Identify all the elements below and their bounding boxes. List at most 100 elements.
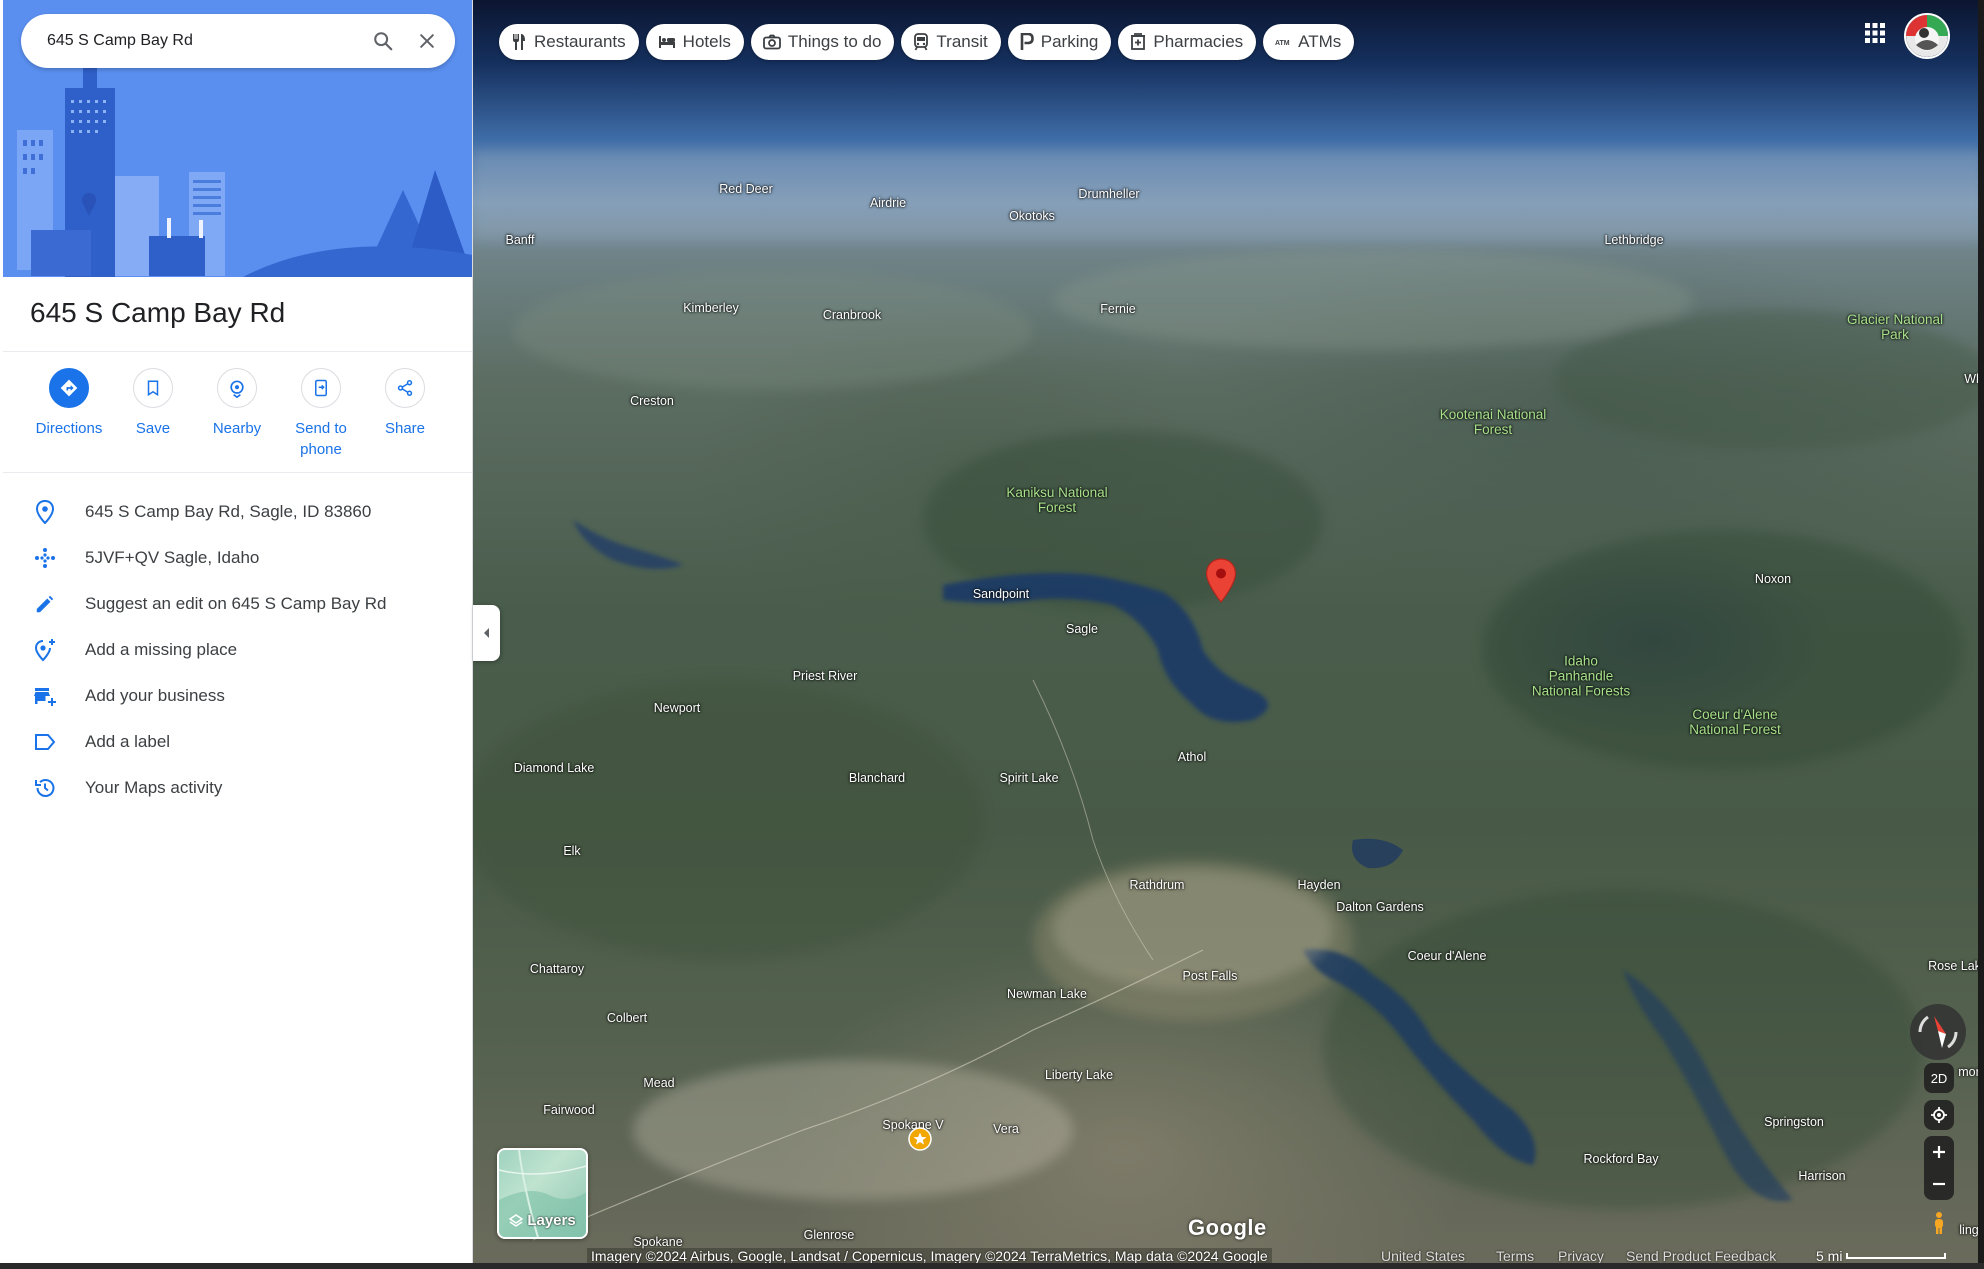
map-label-priest-river[interactable]: Priest River: [793, 669, 858, 683]
directions-button[interactable]: Directions: [26, 368, 112, 439]
toggle-2d-button[interactable]: 2D: [1924, 1063, 1954, 1093]
map-label-post-falls[interactable]: Post Falls: [1183, 969, 1238, 983]
map-label-noxon[interactable]: Noxon: [1755, 572, 1791, 586]
map-label-rathdrum[interactable]: Rathdrum: [1130, 878, 1185, 892]
map-label-cranbrook[interactable]: Cranbrook: [823, 308, 881, 322]
add-place-row[interactable]: Add a missing place: [3, 627, 472, 673]
map-label-rockford-bay[interactable]: Rockford Bay: [1583, 1152, 1658, 1166]
map-label-airdrie[interactable]: Airdrie: [870, 196, 906, 210]
map-label-banff[interactable]: Banff: [506, 233, 535, 247]
search-input[interactable]: [47, 26, 337, 56]
map-label-ling[interactable]: ling: [1959, 1223, 1978, 1237]
save-button[interactable]: Save: [110, 368, 196, 439]
chip-parking[interactable]: Parking: [1007, 24, 1112, 60]
map-canvas[interactable]: Red Deer Airdrie Drumheller Okotoks Banf…: [473, 0, 1984, 1269]
imagery-attribution[interactable]: Imagery ©2024 Airbus, Google, Landsat / …: [587, 1248, 1272, 1264]
map-label-springston[interactable]: Springston: [1764, 1115, 1824, 1129]
search-box: [21, 14, 455, 68]
map-label-blanchard[interactable]: Blanchard: [849, 771, 905, 785]
divider: [3, 351, 472, 352]
share-label: Share: [384, 420, 426, 437]
maps-activity-text: Your Maps activity: [85, 778, 223, 797]
add-business-row[interactable]: Add your business: [3, 673, 472, 719]
maps-activity-row[interactable]: Your Maps activity: [3, 765, 472, 811]
map-label-elk[interactable]: Elk: [563, 844, 580, 858]
scale-bar[interactable]: 5 mi: [1816, 1248, 1947, 1264]
map-label-kaniksu-national-forest[interactable]: Kaniksu National Forest: [992, 485, 1122, 515]
send-to-phone-icon: [301, 368, 341, 408]
map-label-creston[interactable]: Creston: [630, 394, 674, 408]
pegman-icon: [1935, 1212, 1943, 1234]
chip-label: Transit: [936, 32, 988, 51]
map-label-mor[interactable]: mor: [1958, 1065, 1980, 1079]
country-link[interactable]: United States: [1381, 1248, 1465, 1264]
map-label-sagle[interactable]: Sagle: [1066, 622, 1098, 636]
share-button[interactable]: Share: [362, 368, 448, 439]
map-label-colbert[interactable]: Colbert: [607, 1011, 647, 1025]
plus-code-row[interactable]: 5JVF+QV Sagle, Idaho: [3, 535, 472, 581]
svg-text:ATM: ATM: [1275, 40, 1290, 47]
zoom-out-button[interactable]: [1924, 1168, 1954, 1200]
info-list: 645 S Camp Bay Rd, Sagle, ID 83860 5JVF+…: [3, 489, 472, 811]
map-label-sandpoint[interactable]: Sandpoint: [973, 587, 1029, 601]
privacy-link[interactable]: Privacy: [1558, 1248, 1604, 1264]
zoom-in-button[interactable]: [1924, 1136, 1954, 1168]
map-label-athol[interactable]: Athol: [1178, 750, 1207, 764]
map-label-fernie[interactable]: Fernie: [1100, 302, 1135, 316]
add-business-icon: [31, 682, 59, 710]
starred-place-icon[interactable]: [908, 1127, 932, 1151]
map-label-liberty-lake[interactable]: Liberty Lake: [1045, 1068, 1113, 1082]
google-apps-button[interactable]: [1862, 20, 1888, 46]
terms-link[interactable]: Terms: [1496, 1248, 1534, 1264]
map-label-kimberley[interactable]: Kimberley: [683, 301, 739, 315]
nearby-button[interactable]: Nearby: [194, 368, 280, 439]
side-panel: 645 S Camp Bay Rd Directions Save Nearby…: [0, 0, 473, 1269]
map-label-kootenai-national-forest[interactable]: Kootenai National Forest: [1428, 407, 1558, 437]
map-label-drumheller[interactable]: Drumheller: [1078, 187, 1139, 201]
map-label-chattaroy[interactable]: Chattaroy: [530, 962, 584, 976]
pegman-button[interactable]: [1924, 1208, 1954, 1238]
map-label-rose-lake[interactable]: Rose Lake: [1928, 959, 1984, 973]
map-label-mead[interactable]: Mead: [643, 1076, 674, 1090]
map-label-newport[interactable]: Newport: [654, 701, 701, 715]
my-location-button[interactable]: [1924, 1100, 1954, 1130]
add-label-text: Add a label: [85, 732, 171, 751]
chip-pharmacies[interactable]: Pharmacies: [1118, 24, 1257, 60]
chip-transit[interactable]: Transit: [901, 24, 1001, 60]
layers-button[interactable]: Layers: [497, 1148, 588, 1239]
apps-grid-icon: [1865, 23, 1885, 43]
compass-button[interactable]: [1910, 1004, 1966, 1060]
map-label-vera[interactable]: Vera: [993, 1122, 1019, 1136]
map-label-coeur-dalene[interactable]: Coeur d'Alene: [1408, 949, 1487, 963]
map-label-dalton-gardens[interactable]: Dalton Gardens: [1336, 900, 1424, 914]
chip-restaurants[interactable]: Restaurants: [499, 24, 639, 60]
map-label-diamond-lake[interactable]: Diamond Lake: [514, 761, 595, 775]
map-label-coeur-dalene-national-forest[interactable]: Coeur d'Alene National Forest: [1670, 707, 1800, 737]
map-label-newman-lake[interactable]: Newman Lake: [1007, 987, 1087, 1001]
map-label-glacier-national-park[interactable]: Glacier National Park: [1835, 312, 1955, 342]
minus-icon: [1933, 1182, 1945, 1186]
send-feedback-link[interactable]: Send Product Feedback: [1626, 1248, 1776, 1264]
parking-icon: [1020, 33, 1034, 50]
map-label-okotoks[interactable]: Okotoks: [1009, 209, 1055, 223]
map-label-red-deer[interactable]: Red Deer: [719, 182, 773, 196]
chip-atms[interactable]: ATM ATMs: [1263, 24, 1355, 60]
close-button[interactable]: [409, 23, 445, 59]
location-pin-marker-icon[interactable]: [1205, 558, 1237, 604]
search-button[interactable]: [365, 23, 401, 59]
map-label-glenrose[interactable]: Glenrose: [804, 1228, 855, 1242]
map-label-harrison[interactable]: Harrison: [1798, 1169, 1845, 1183]
map-label-hayden[interactable]: Hayden: [1297, 878, 1340, 892]
map-label-lethbridge[interactable]: Lethbridge: [1604, 233, 1663, 247]
address-row[interactable]: 645 S Camp Bay Rd, Sagle, ID 83860: [3, 489, 472, 535]
map-label-idaho-panhandle-national-forests[interactable]: Idaho Panhandle National Forests: [1531, 654, 1631, 699]
map-label-fairwood[interactable]: Fairwood: [543, 1103, 594, 1117]
chip-hotels[interactable]: Hotels: [645, 24, 744, 60]
send-to-phone-button[interactable]: Send to phone: [278, 368, 364, 460]
chip-things-to-do[interactable]: Things to do: [750, 24, 895, 60]
avatar[interactable]: [1904, 13, 1950, 59]
suggest-edit-row[interactable]: Suggest an edit on 645 S Camp Bay Rd: [3, 581, 472, 627]
collapse-panel-button[interactable]: [473, 605, 500, 661]
add-label-row[interactable]: Add a label: [3, 719, 472, 765]
map-label-spirit-lake[interactable]: Spirit Lake: [999, 771, 1058, 785]
